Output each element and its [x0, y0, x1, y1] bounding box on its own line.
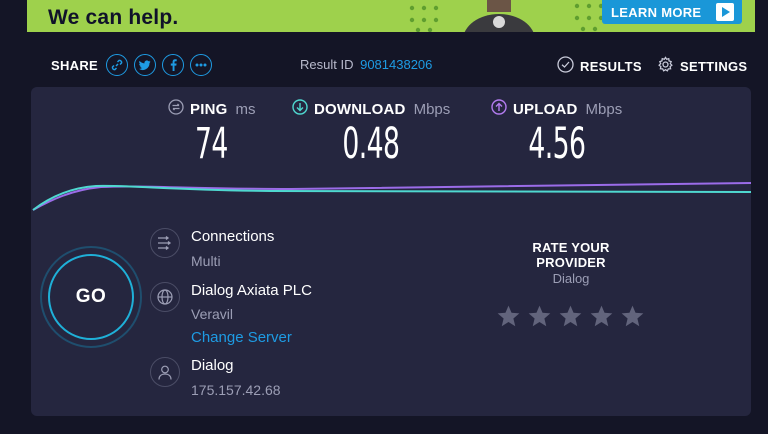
ping-value: 74	[195, 119, 229, 169]
connections-icon	[150, 228, 180, 258]
connections-value[interactable]: Multi	[191, 253, 221, 269]
download-metric: DOWNLOAD Mbps 0.48	[292, 98, 451, 169]
speed-graph	[32, 182, 751, 211]
upload-value: 4.56	[528, 119, 586, 169]
star-icon[interactable]	[558, 304, 583, 329]
download-label: DOWNLOAD	[314, 100, 406, 118]
user-icon	[150, 357, 180, 387]
check-circle-icon	[557, 56, 574, 76]
download-value: 0.48	[342, 119, 401, 169]
star-rating	[496, 304, 645, 329]
results-label: RESULTS	[580, 58, 642, 74]
ad-banner[interactable]: We can help. LEARN MORE	[27, 0, 755, 32]
star-icon[interactable]	[620, 304, 645, 329]
star-icon[interactable]	[496, 304, 521, 329]
result-id: Result ID 9081438206	[300, 57, 432, 72]
go-button-ring[interactable]: GO	[40, 246, 142, 348]
banner-person-image	[464, 0, 534, 32]
more-icon[interactable]	[190, 54, 213, 76]
settings-nav-button[interactable]: SETTINGS	[657, 56, 747, 76]
share-bar: SHARE	[51, 54, 213, 76]
twitter-icon[interactable]	[134, 54, 157, 76]
ping-label: PING	[190, 100, 228, 118]
link-icon[interactable]	[106, 54, 129, 76]
isp-name: Dialog	[191, 357, 234, 374]
upload-metric: UPLOAD Mbps 4.56	[491, 98, 623, 169]
results-nav-button[interactable]: RESULTS	[557, 56, 642, 76]
star-icon[interactable]	[527, 304, 552, 329]
ping-metric: PING ms 74	[168, 98, 256, 169]
download-line	[32, 184, 751, 211]
download-arrow-icon	[292, 98, 308, 120]
change-server-link[interactable]: Change Server	[191, 329, 292, 346]
upload-unit: Mbps	[585, 100, 623, 118]
globe-icon	[150, 282, 180, 312]
connections-title: Connections	[191, 228, 275, 245]
learn-more-label: LEARN MORE	[611, 4, 702, 20]
result-id-link[interactable]: 9081438206	[360, 57, 432, 72]
rate-provider-name: Dialog	[552, 271, 590, 286]
result-id-label: Result ID	[300, 57, 354, 72]
facebook-icon[interactable]	[162, 54, 185, 76]
upload-arrow-icon	[491, 98, 507, 120]
learn-more-button[interactable]: LEARN MORE	[602, 0, 742, 24]
star-icon[interactable]	[589, 304, 614, 329]
go-button[interactable]: GO	[48, 254, 134, 340]
server-name: Dialog Axiata PLC	[191, 282, 312, 299]
share-label: SHARE	[51, 57, 99, 73]
ping-icon	[168, 98, 184, 120]
server-location: Veravil	[191, 306, 234, 322]
play-arrow-icon	[716, 3, 734, 21]
ping-unit: ms	[235, 100, 256, 118]
ip-address: 175.157.42.68	[191, 382, 281, 398]
banner-headline: We can help.	[48, 6, 179, 29]
upload-label: UPLOAD	[513, 100, 578, 118]
settings-label: SETTINGS	[680, 58, 748, 74]
download-unit: Mbps	[413, 100, 451, 118]
rate-provider-title: RATE YOUR PROVIDER	[532, 240, 610, 270]
gear-icon	[657, 56, 674, 76]
